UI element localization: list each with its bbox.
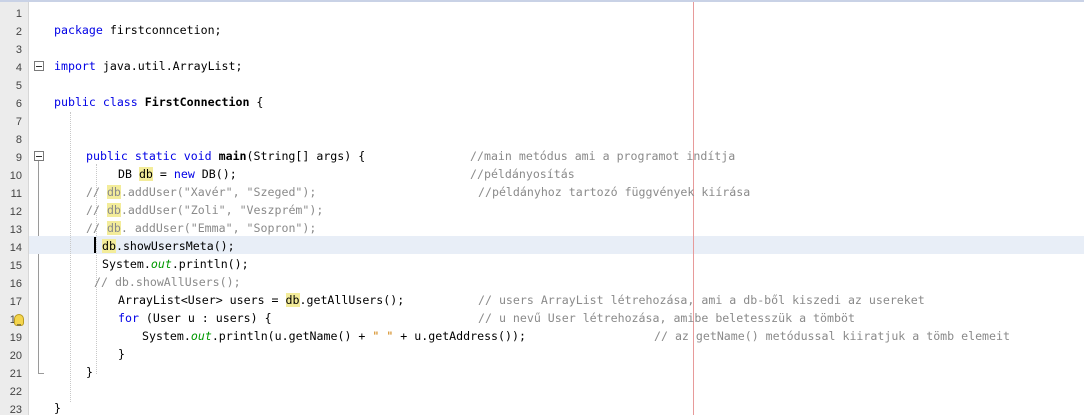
line-number: 8 [15, 134, 22, 146]
code-comment-10: //példányosítás [470, 167, 575, 181]
code-line-23[interactable]: } [54, 399, 61, 417]
code-text: .showUsersMeta(); [115, 239, 235, 253]
code-text: } [118, 347, 125, 361]
line-number: 22 [9, 386, 22, 398]
line-number: 19 [9, 332, 22, 344]
line-number: 16 [9, 278, 22, 290]
class-name: FirstConnection [137, 95, 250, 109]
fold-toggle-icon[interactable] [34, 61, 44, 71]
line-number: 7 [15, 116, 22, 128]
code-line-13[interactable]: // db. addUser("Emma", "Sopron"); [86, 219, 316, 237]
fold-toggle-icon[interactable] [34, 151, 44, 161]
code-text: // [86, 203, 107, 217]
code-line-4[interactable]: import java.util.ArrayList; [54, 57, 242, 75]
line-number: 23 [9, 404, 22, 416]
code-text: .addUser("Zoli", "Veszprém"); [120, 203, 324, 217]
occurrence-highlight: db [106, 221, 121, 235]
code-text: java.util.ArrayList; [95, 59, 243, 73]
code-comment-19: // az getName() metódussal kiiratjuk a t… [654, 329, 1010, 343]
code-line-14[interactable]: db.showUsersMeta(); [102, 237, 235, 255]
line-number: 13 [9, 224, 22, 236]
occurrence-highlight: db [106, 203, 121, 217]
line-number: 3 [15, 44, 22, 56]
code-text: . addUser("Emma", "Sopron"); [120, 221, 317, 235]
line-number-gutter[interactable]: 1 2 3 4 5 6 7 8 9 10 11 12 13 14 15 16 1… [0, 2, 29, 416]
code-text: .println(u.getName() + [211, 329, 373, 343]
code-text: .addUser("Xavér", "Szeged"); [120, 185, 317, 199]
lightbulb-hint-icon[interactable] [14, 314, 24, 326]
code-text: firstconncetion; [102, 23, 222, 37]
code-text: { [249, 95, 264, 109]
keyword: package [54, 23, 103, 37]
editor-top-border [0, 0, 1084, 2]
code-line-12[interactable]: // db.addUser("Zoli", "Veszprém"); [86, 201, 323, 219]
code-text: System. [102, 257, 151, 271]
keyword: public static void [86, 149, 212, 163]
occurrence-highlight: db [285, 293, 300, 307]
line-number: 1 [15, 8, 22, 20]
code-text: // db.showAllUsers(); [94, 275, 241, 289]
occurrence-highlight: db [138, 167, 153, 181]
code-text: (User u : users) { [138, 311, 272, 325]
keyword: public class [54, 95, 138, 109]
keyword: for [118, 311, 139, 325]
code-text: } [54, 401, 61, 415]
code-line-18[interactable]: for (User u : users) { [118, 309, 272, 327]
code-text: DB [118, 167, 139, 181]
line-number: 5 [15, 80, 22, 92]
code-comment-17: // users ArrayList létrehozása, ami a db… [478, 293, 925, 307]
line-number: 2 [15, 26, 22, 38]
code-line-2[interactable]: package firstconncetion; [54, 21, 222, 39]
code-text: } [86, 365, 93, 379]
string-literal: " " [372, 329, 394, 343]
code-line-11[interactable]: // db.addUser("Xavér", "Szeged"); [86, 183, 316, 201]
code-line-19[interactable]: System.out.println(u.getName() + " " + u… [142, 327, 526, 345]
line-number: 4 [15, 62, 22, 74]
line-number: 12 [9, 206, 22, 218]
keyword: new [173, 167, 195, 181]
fold-range-end [38, 373, 44, 374]
line-number: 14 [9, 242, 22, 254]
line-number: 11 [10, 188, 22, 200]
line-number: 21 [9, 368, 22, 380]
code-text: + u.getAddress()); [393, 329, 526, 343]
line-number: 10 [9, 170, 22, 182]
line-number: 17 [9, 296, 22, 308]
code-comment-18: // u nevű User létrehozása, amibe belete… [478, 311, 855, 325]
code-text: = [152, 167, 174, 181]
code-line-20[interactable]: } [118, 345, 125, 363]
code-text: (String[] args) { [246, 149, 366, 163]
fold-range-line [38, 161, 39, 373]
code-line-10[interactable]: DB db = new DB(); [118, 165, 237, 183]
code-line-21[interactable]: } [86, 363, 93, 381]
code-text: ArrayList<User> users = [118, 293, 286, 307]
line-number: 20 [9, 350, 22, 362]
code-line-16[interactable]: // db.showAllUsers(); [94, 273, 241, 291]
indent-guide [70, 112, 72, 402]
code-text: // [86, 221, 107, 235]
code-comment-9: //main metódus ami a programot indítja [470, 149, 736, 163]
static-field: out [190, 329, 212, 343]
occurrence-highlight: db [106, 185, 121, 199]
code-line-15[interactable]: System.out.println(); [102, 255, 249, 273]
code-text: .getAllUsers(); [299, 293, 405, 307]
static-field: out [150, 257, 172, 271]
code-line-6[interactable]: public class FirstConnection { [54, 93, 263, 111]
line-number: 9 [15, 152, 22, 164]
line-number: 6 [15, 98, 22, 110]
text-caret [94, 237, 96, 253]
line-number: 15 [9, 260, 22, 272]
code-text: // [86, 185, 107, 199]
occurrence-highlight: db [102, 239, 116, 253]
code-line-17[interactable]: ArrayList<User> users = db.getAllUsers()… [118, 291, 404, 309]
code-editor[interactable]: 1 2 3 4 5 6 7 8 9 10 11 12 13 14 15 16 1… [0, 0, 1084, 417]
right-margin-line [693, 2, 694, 415]
method-name: main [211, 149, 247, 163]
code-line-9[interactable]: public static void main(String[] args) { [86, 147, 365, 165]
code-comment-11: //példányhoz tartozó függvények kiírása [478, 185, 751, 199]
code-text: DB(); [194, 167, 237, 181]
code-text: .println(); [171, 257, 249, 271]
keyword: import [54, 59, 96, 73]
code-text: System. [142, 329, 191, 343]
